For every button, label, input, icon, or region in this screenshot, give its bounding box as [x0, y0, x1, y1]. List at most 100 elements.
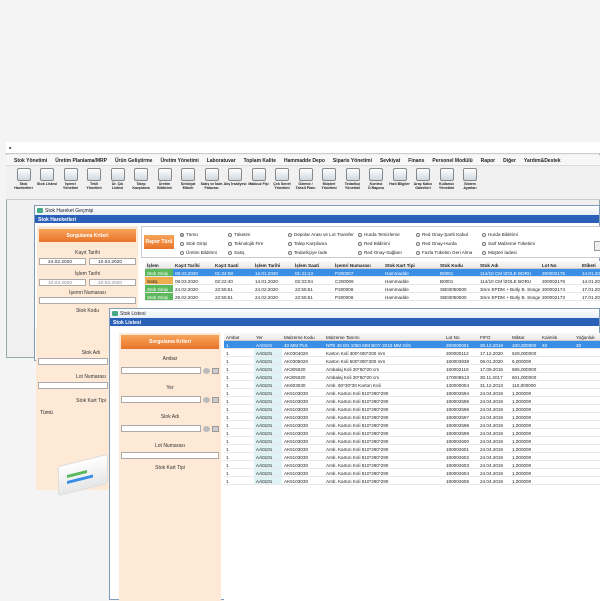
radio-option[interactable]: Red Bildirimi — [358, 239, 416, 248]
radio-option[interactable]: Üretim Bildirimi — [180, 248, 228, 257]
ambar-input[interactable] — [121, 367, 201, 374]
yer-search-icon[interactable] — [203, 396, 210, 403]
column-header[interactable]: Stok Adı — [478, 261, 540, 268]
table-row[interactable]: 1 AA0101 AK6103030 Amb. Karton Koli 610*290… — [224, 437, 600, 445]
column-header[interactable]: Malzeme Kodu — [282, 333, 324, 340]
hareket-stok-adi-input[interactable] — [38, 358, 108, 365]
column-header[interactable]: Stok Kart Tipi — [383, 261, 438, 268]
table-row[interactable]: 1 AA0101 AK6103030 Amb. Karton Koli 610*290… — [224, 477, 600, 485]
table-row[interactable]: 1 AA0101 AK603030 Amb. 60*30*30 Karton Koli… — [224, 381, 600, 389]
table-row[interactable]: Stok Girişi 29.02.2020 22:55:51 24.02.2020 2… — [145, 293, 600, 301]
table-row[interactable]: Stok Girişi 08.03.2020 01:34:08 14.01.2020 0… — [145, 269, 600, 277]
toolbar-button-13[interactable]: Müşteri Yönetimi — [318, 168, 341, 198]
menu-item-5[interactable]: Toplam Kalite — [240, 155, 280, 165]
toolbar-button-11[interactable]: Çek Senet Yönetimi — [271, 168, 294, 198]
column-header[interactable]: Kayıt Saati — [213, 261, 253, 268]
table-row[interactable]: 1 AA0101 AK305020 Ambalaj Koli 30*50*20 cm 1… — [224, 373, 600, 381]
column-header[interactable]: Lot No — [540, 261, 580, 268]
radio-option[interactable]: Tümü — [180, 230, 228, 239]
toolbar-button-8[interactable]: Satış ve İade Faturası — [200, 168, 223, 198]
menu-item-11[interactable]: Rapor — [477, 155, 499, 165]
radio-option[interactable]: Talep Karşılama — [288, 239, 358, 248]
toolbar-button-2[interactable]: İşemri Yönetimi — [59, 168, 82, 198]
radio-option[interactable]: Depolar Arası ve Lot Transfer — [288, 230, 358, 239]
radio-option[interactable]: Müşteri İadesi — [482, 248, 552, 257]
menu-item-13[interactable]: Yardım&Destek — [520, 155, 565, 165]
toolbar-button-5[interactable]: Talep Karşılama — [130, 168, 153, 198]
column-header[interactable]: İşemri Numarası — [333, 261, 383, 268]
liste-stok-adi-input[interactable] — [121, 425, 201, 432]
menu-item-1[interactable]: Üretim Planlama/MRP — [51, 155, 111, 165]
table-row[interactable]: 1 AA0101 AK6103030 Amb. Karton Koli 610*290… — [224, 453, 600, 461]
radio-option[interactable]: Hurda Temizleme — [358, 230, 416, 239]
menu-item-0[interactable]: Stok Yönetimi — [10, 155, 51, 165]
menu-item-7[interactable]: Siparis Yönetimi — [329, 155, 376, 165]
column-header[interactable]: İşlem — [145, 261, 173, 268]
toolbar-button-7[interactable]: Sevkiyat Etiketi — [177, 168, 200, 198]
column-header[interactable]: İşlem Saati — [293, 261, 333, 268]
toolbar-button-3[interactable]: Tekli Yönetimi — [83, 168, 106, 198]
ambar-search-icon[interactable] — [203, 367, 210, 374]
table-row[interactable]: 1 AA0101 AK6103030 Amb. Karton Koli 610*290… — [224, 389, 600, 397]
menu-item-3[interactable]: Üretim Yönetimi — [156, 155, 202, 165]
islem-to-input[interactable]: 10.03.2020 — [89, 279, 136, 286]
toolbar-button-19[interactable]: Sistem Ayarları — [459, 168, 482, 198]
column-header[interactable]: FIFO — [478, 333, 510, 340]
toolbar-button-9[interactable]: Alış İrsaliyesi — [224, 168, 247, 198]
kayit-from-input[interactable]: 24.02.2020 — [39, 258, 86, 265]
radio-option[interactable]: Red Onay-Hurda — [416, 239, 482, 248]
radio-option[interactable]: Red Onay-Şartlı Kabul — [416, 230, 482, 239]
column-header[interactable]: Miktar — [510, 333, 540, 340]
radio-option[interactable]: Satış — [228, 248, 288, 257]
column-header[interactable]: Stok Kodu — [438, 261, 478, 268]
table-row[interactable]: 1 AA0101 AK6103030 Amb. Karton Koli 610*290… — [224, 429, 600, 437]
hareket-lot-input[interactable] — [38, 382, 108, 389]
menu-item-10[interactable]: Personel Modülü — [428, 155, 476, 165]
table-row[interactable]: 1 AA0101 AK0305020 Karton Koli 500*300*300 … — [224, 357, 600, 365]
column-header[interactable]: Lot No — [444, 333, 478, 340]
radio-option[interactable]: Tedarikçiye İade — [288, 248, 358, 257]
table-row[interactable]: 1 AA0101 AK6103030 Amb. Karton Koli 610*290… — [224, 461, 600, 469]
stokadi-search-icon[interactable] — [203, 425, 210, 432]
print-icon[interactable] — [594, 241, 600, 251]
menu-item-4[interactable]: Laboratuvar — [203, 155, 240, 165]
table-row[interactable]: 1 AA0101 AK6103030 Amb. Karton Koli 610*290… — [224, 469, 600, 477]
liste-lot-input[interactable] — [121, 452, 219, 459]
toolbar-button-16[interactable]: Hızlı Bilgiler — [388, 168, 411, 198]
table-row[interactable]: Stok Girişi 24.02.2020 22:55:51 24.02.2020 2… — [145, 285, 600, 293]
table-row[interactable]: 1 AA0101 AK6103030 Amb. Karton Koli 610*290… — [224, 397, 600, 405]
column-header[interactable]: Yoğunluk — [574, 333, 600, 340]
toolbar-button-4[interactable]: Ür. Çık Listesi — [106, 168, 129, 198]
isemri-input[interactable] — [39, 297, 136, 304]
table-row[interactable]: 1 AA0101 AK6103030 Amb. Karton Koli 610*290… — [224, 405, 600, 413]
menu-item-8[interactable]: Sevkiyat — [376, 155, 404, 165]
radio-option[interactable]: Tüketim — [228, 230, 288, 239]
column-header[interactable]: Etiketi — [580, 261, 600, 268]
table-row[interactable]: 1 AA0101 AK6103030 Amb. Karton Koli 610*290… — [224, 445, 600, 453]
column-header[interactable]: Yer — [254, 333, 282, 340]
table-row[interactable]: 1 AA0101 AK305020 Ambalaj Koli 30*50*20 cm 1… — [224, 365, 600, 373]
ambar-clear-icon[interactable] — [212, 367, 219, 374]
stokadi-clear-icon[interactable] — [212, 425, 219, 432]
menu-item-6[interactable]: Hammadde Depo — [280, 155, 329, 165]
toolbar-button-14[interactable]: Tedarikçi Yönetimi — [341, 168, 364, 198]
table-row[interactable]: Satış 08.03.2020 02:22:40 14.01.2020 02:33:0… — [145, 277, 600, 285]
radio-option[interactable]: Teknolojik Fire — [228, 239, 288, 248]
radio-option[interactable]: Stok Girişi — [180, 239, 228, 248]
column-header[interactable]: Kalınlık — [540, 333, 574, 340]
column-header[interactable]: İşlem Tarihi — [253, 261, 293, 268]
menu-item-9[interactable]: Finans — [404, 155, 428, 165]
radio-option[interactable]: Red Onay-Sağlam — [358, 248, 416, 257]
table-row[interactable]: 1 AA0101 40 MM PLK NPE 40 EN 1050 MM BOY 20… — [224, 341, 600, 349]
column-header[interactable]: Malzeme Tanımı — [324, 333, 444, 340]
toolbar-button-15[interactable]: Kontrol Ö.Raporu — [365, 168, 388, 198]
yer-clear-icon[interactable] — [212, 396, 219, 403]
toolbar-button-6[interactable]: Üretim Bildirimi — [153, 168, 176, 198]
table-row[interactable]: 1 AA0101 AK6103030 Amb. Karton Koli 610*290… — [224, 421, 600, 429]
radio-option[interactable]: Fazla Tüketim Geri Alma — [416, 248, 482, 257]
table-row[interactable]: 1 AA0101 AK0304020 Karton Koli 300*400*200 … — [224, 349, 600, 357]
toolbar-button-17[interactable]: Araç Kalıcı Galerileri — [412, 168, 435, 198]
toolbar-button-0[interactable]: Stok Hareketleri — [12, 168, 35, 198]
toolbar-button-12[interactable]: Ödeme / Tahsil Planı — [294, 168, 317, 198]
islem-from-input[interactable]: 10.03.2020 — [39, 279, 86, 286]
